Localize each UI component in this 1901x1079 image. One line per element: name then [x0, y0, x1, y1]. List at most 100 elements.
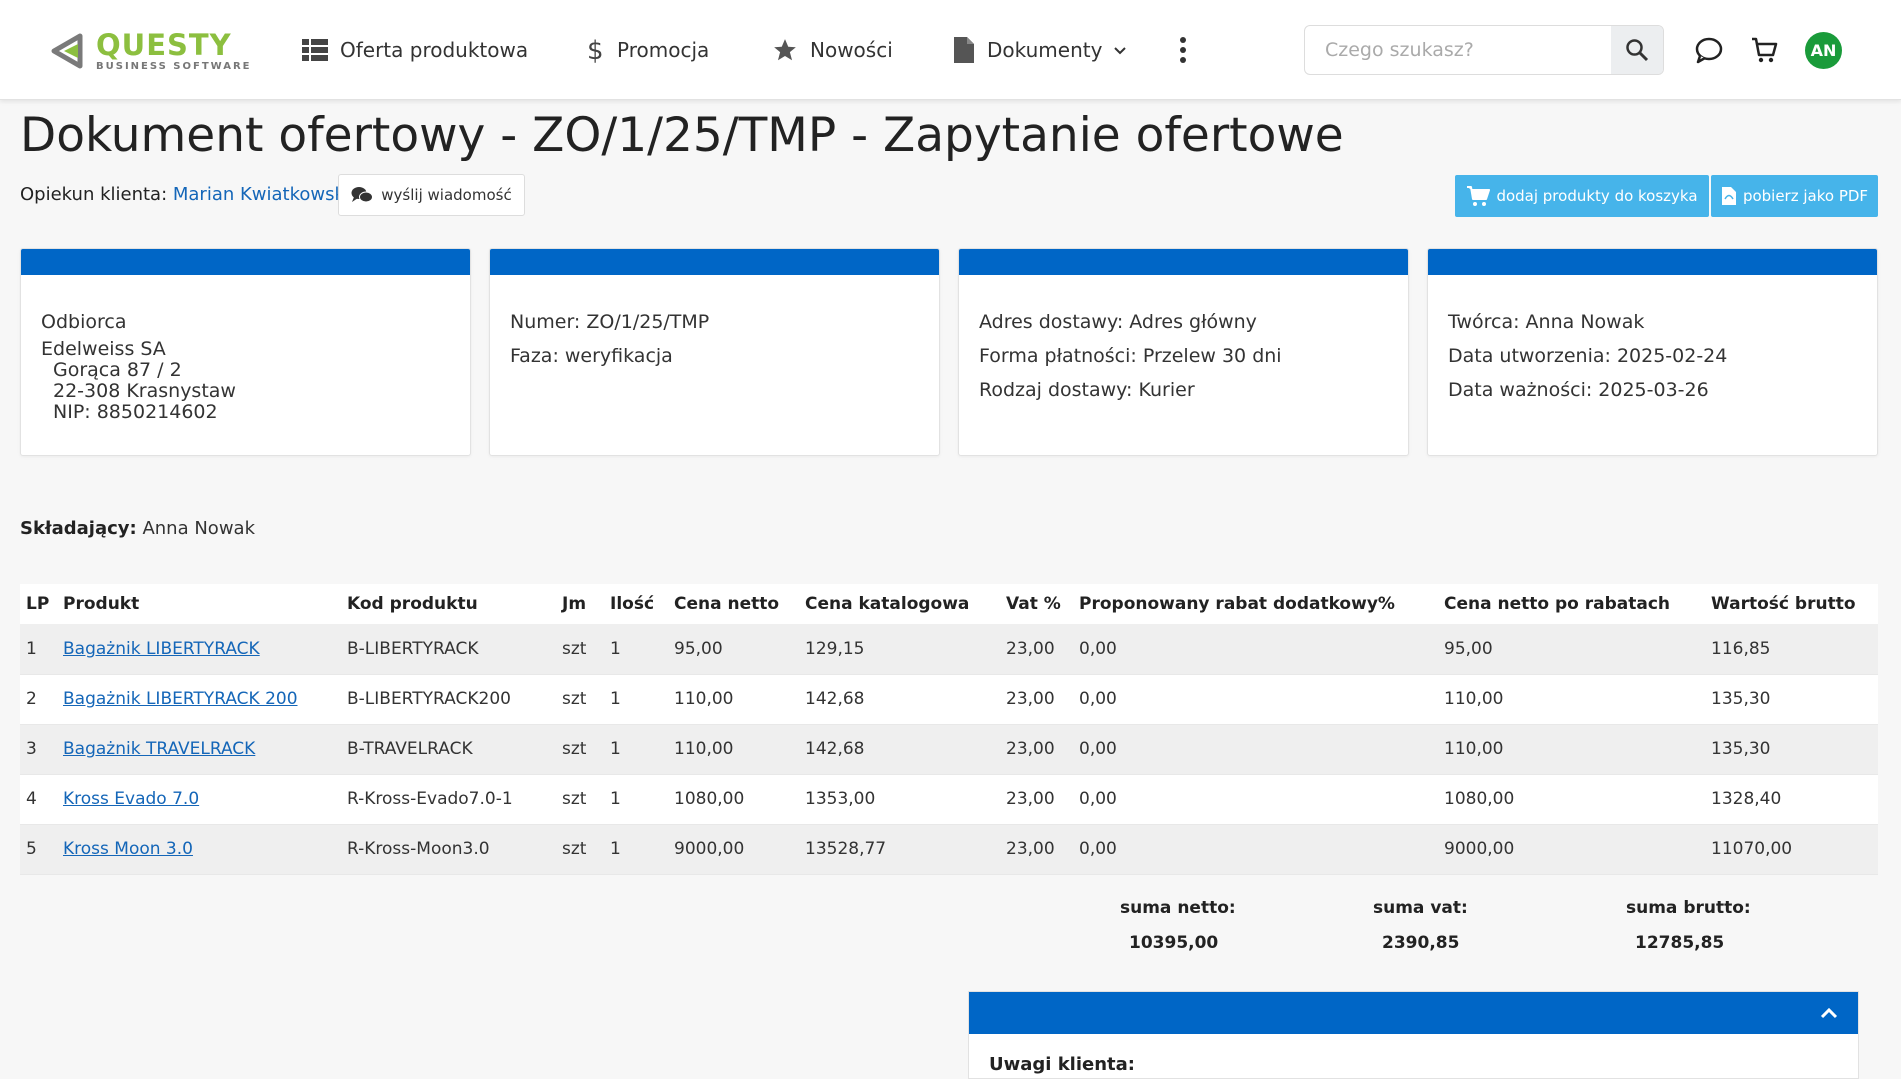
cell-rabat: 0,00 — [1079, 724, 1444, 775]
cell-po-rabat: 110,00 — [1444, 674, 1711, 725]
cell-kod: R-Kross-Evado7.0-1 — [347, 774, 562, 825]
cell-jm: szt — [562, 824, 610, 875]
nav-dokumenty[interactable]: Dokumenty — [953, 32, 1128, 68]
cell-ilosc: 1 — [610, 724, 674, 775]
add-to-cart-label: dodaj produkty do koszyka — [1496, 187, 1698, 205]
cell-netto: 95,00 — [674, 624, 805, 675]
sum-vat-label: suma vat: — [1373, 898, 1468, 918]
nav-nowosci[interactable]: Nowości — [772, 32, 893, 68]
meta-card: Twórca: Anna Nowak Data utworzenia: 2025… — [1427, 248, 1878, 456]
cell-katalog: 1353,00 — [805, 774, 1006, 825]
col-jm: Jm — [562, 584, 610, 624]
table-row: 4 Kross Evado 7.0 R-Kross-Evado7.0-1 szt… — [20, 774, 1878, 825]
submitter: Składający: Anna Nowak — [20, 518, 255, 539]
collapse-notes-button[interactable] — [1816, 1000, 1842, 1026]
cell-brutto: 11070,00 — [1711, 824, 1878, 875]
cell-kod: R-Kross-Moon3.0 — [347, 824, 562, 875]
recipient-title: Odbiorca — [41, 311, 127, 333]
table-row: 3 Bagażnik TRAVELRACK B-TRAVELRACK szt 1… — [20, 724, 1878, 775]
cell-katalog: 13528,77 — [805, 824, 1006, 875]
card-header — [21, 249, 470, 275]
customer-notes-panel: Uwagi klienta: — [968, 991, 1859, 1079]
cell-po-rabat: 1080,00 — [1444, 774, 1711, 825]
cell-lp: 5 — [20, 824, 63, 875]
product-link[interactable]: Bagażnik LIBERTYRACK 200 — [63, 689, 298, 709]
cell-kod: B-LIBERTYRACK200 — [347, 674, 562, 725]
product-link[interactable]: Bagażnik LIBERTYRACK — [63, 639, 260, 659]
download-pdf-button[interactable]: pobierz jako PDF — [1711, 175, 1878, 217]
cell-brutto: 116,85 — [1711, 624, 1878, 675]
cell-brutto: 135,30 — [1711, 724, 1878, 775]
cell-produkt: Bagażnik TRAVELRACK — [63, 724, 347, 775]
recipient-company: Edelweiss SA — [41, 338, 166, 360]
col-cena-netto: Cena netto — [674, 584, 805, 624]
send-message-label: wyślij wiadomość — [381, 186, 512, 204]
card-header — [959, 249, 1408, 275]
recipient-address: Edelweiss SA Gorąca 87 / 2 22-308 Krasny… — [41, 339, 450, 423]
pdf-file-icon — [1721, 187, 1736, 205]
search-input[interactable] — [1305, 26, 1611, 74]
product-link[interactable]: Kross Moon 3.0 — [63, 839, 193, 859]
messages-button[interactable] — [1693, 34, 1725, 66]
document-icon — [954, 37, 974, 63]
product-link[interactable]: Bagażnik TRAVELRACK — [63, 739, 255, 759]
cell-rabat: 0,00 — [1079, 674, 1444, 725]
cell-katalog: 129,15 — [805, 624, 1006, 675]
add-to-cart-button[interactable]: dodaj produkty do koszyka — [1455, 175, 1709, 217]
cart-icon — [1467, 186, 1491, 206]
cell-produkt: Kross Moon 3.0 — [63, 824, 347, 875]
cell-produkt: Bagażnik LIBERTYRACK 200 — [63, 674, 347, 725]
kebab-menu-icon — [1180, 37, 1186, 63]
sum-vat-value: 2390,85 — [1382, 933, 1460, 953]
account-manager-link[interactable]: Marian Kwiatkowski — [173, 184, 350, 205]
nav-promocja[interactable]: $ Promocja — [585, 32, 709, 68]
top-navbar: QUESTY BUSINESS SOFTWARE Oferta produkto… — [0, 0, 1901, 100]
cell-ilosc: 1 — [610, 624, 674, 675]
dollar-icon: $ — [587, 36, 604, 64]
cell-netto: 9000,00 — [674, 824, 805, 875]
cell-brutto: 135,30 — [1711, 674, 1878, 725]
product-link[interactable]: Kross Evado 7.0 — [63, 789, 199, 809]
col-po-rabatach: Cena netto po rabatach — [1444, 584, 1711, 624]
cell-jm: szt — [562, 624, 610, 675]
comments-icon — [351, 187, 374, 203]
cell-produkt: Bagażnik LIBERTYRACK — [63, 624, 347, 675]
nav-dokumenty-label: Dokumenty — [987, 38, 1103, 62]
recipient-city: 22-308 Krasnystaw — [53, 380, 236, 402]
cell-po-rabat: 95,00 — [1444, 624, 1711, 675]
sum-brutto-label: suma brutto: — [1626, 898, 1751, 918]
card-header — [490, 249, 939, 275]
sum-brutto-value: 12785,85 — [1635, 933, 1725, 953]
nav-nowosci-label: Nowości — [810, 38, 893, 62]
send-message-button[interactable]: wyślij wiadomość — [338, 174, 525, 216]
cell-brutto: 1328,40 — [1711, 774, 1878, 825]
cell-vat: 23,00 — [1006, 724, 1079, 775]
delivery-type: Rodzaj dostawy: Kurier — [979, 379, 1195, 401]
col-produkt: Produkt — [63, 584, 347, 624]
questy-logo[interactable]: QUESTY BUSINESS SOFTWARE — [48, 26, 263, 76]
nav-oferta-label: Oferta produktowa — [340, 38, 529, 62]
cell-po-rabat: 9000,00 — [1444, 824, 1711, 875]
products-table: LP Produkt Kod produktu Jm Ilość Cena ne… — [20, 584, 1878, 875]
cell-netto: 110,00 — [674, 724, 805, 775]
cell-jm: szt — [562, 774, 610, 825]
nav-oferta-produktowa[interactable]: Oferta produktowa — [302, 32, 528, 68]
table-row: 1 Bagażnik LIBERTYRACK B-LIBERTYRACK szt… — [20, 624, 1878, 675]
delivery-address: Adres dostawy: Adres główny — [979, 311, 1257, 333]
sum-netto-label: suma netto: — [1120, 898, 1236, 918]
search-box — [1304, 25, 1664, 75]
user-avatar[interactable]: AN — [1805, 32, 1842, 69]
search-button[interactable] — [1611, 26, 1663, 74]
cart-button[interactable] — [1748, 34, 1780, 66]
creator: Twórca: Anna Nowak — [1448, 311, 1645, 333]
cart-icon — [1752, 37, 1778, 63]
cell-katalog: 142,68 — [805, 674, 1006, 725]
more-menu-button[interactable] — [1178, 32, 1200, 68]
notes-header — [969, 992, 1858, 1034]
search-icon — [1626, 39, 1649, 62]
cell-netto: 110,00 — [674, 674, 805, 725]
submitter-value: Anna Nowak — [142, 518, 255, 539]
cell-vat: 23,00 — [1006, 824, 1079, 875]
delivery-card: Adres dostawy: Adres główny Forma płatno… — [958, 248, 1409, 456]
valid-until-date: Data ważności: 2025-03-26 — [1448, 379, 1709, 401]
